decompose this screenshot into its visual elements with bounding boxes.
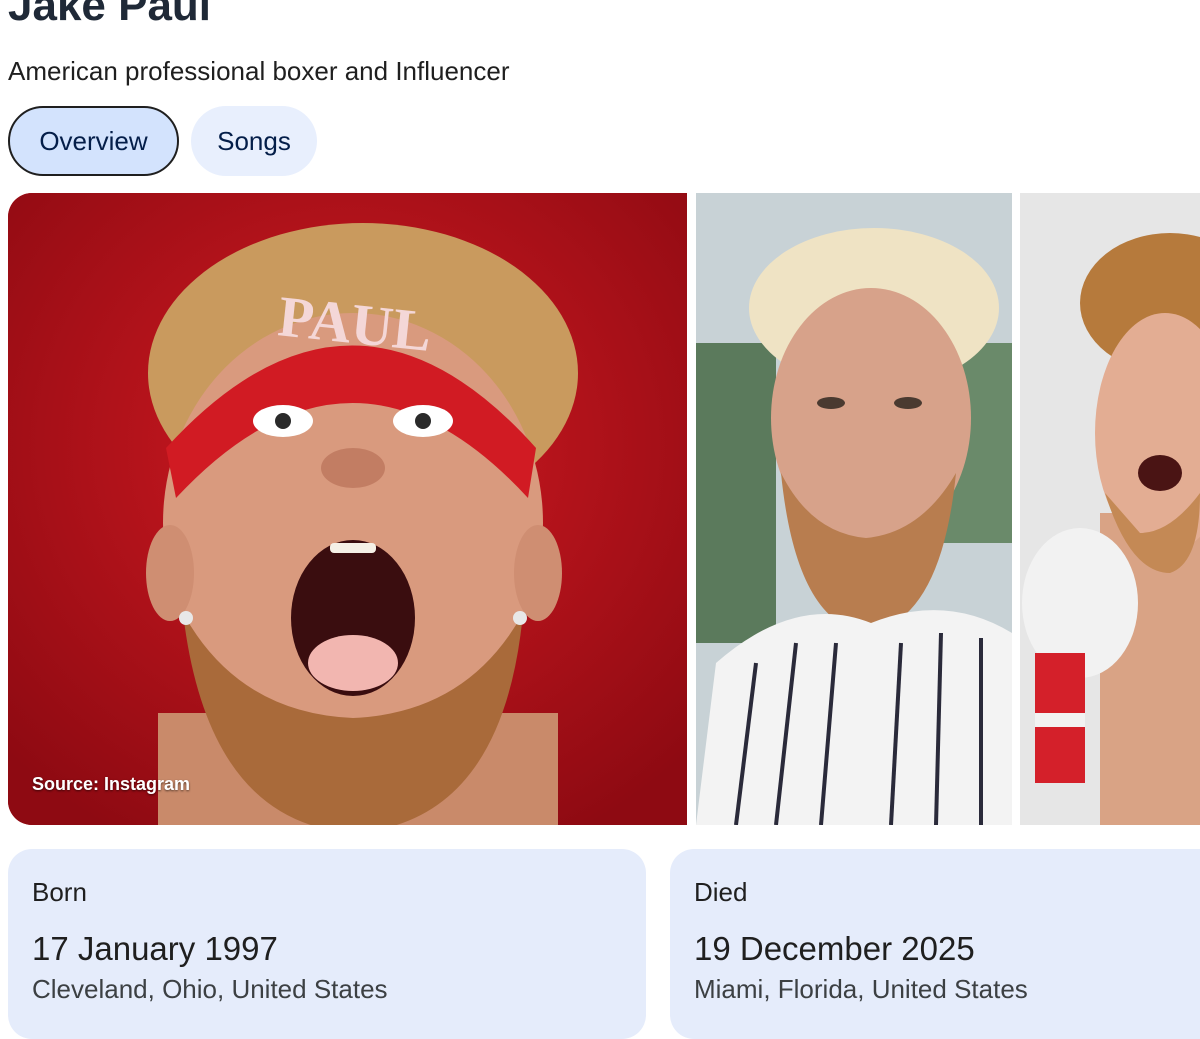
died-date: 19 December 2025: [694, 930, 975, 967]
born-label: Born: [32, 877, 87, 907]
born-date: 17 January 1997: [32, 930, 278, 967]
died-place: Miami, Florida, United States: [694, 974, 1028, 1004]
portrait-red-background-image: PAUL: [8, 193, 687, 825]
image-gallery: PAUL Source: Instagram: [0, 193, 1200, 825]
died-label: Died: [694, 877, 748, 907]
died-card[interactable]: Died 19 December 2025 Miami, Florida, Un…: [670, 849, 1200, 1039]
entity-title: Jake Paul: [8, 0, 212, 30]
second-photo[interactable]: [696, 193, 1012, 825]
portrait-boxing-image: [1020, 193, 1200, 825]
born-place: Cleveland, Ohio, United States: [32, 974, 388, 1004]
tab-songs[interactable]: Songs: [191, 106, 317, 176]
third-photo[interactable]: [1020, 193, 1200, 825]
tab-bar: Overview Songs: [8, 106, 317, 176]
portrait-pinstripe-image: [696, 193, 1012, 825]
entity-subtitle: American professional boxer and Influenc…: [8, 56, 510, 86]
born-card[interactable]: Born 17 January 1997 Cleveland, Ohio, Un…: [8, 849, 646, 1039]
image-source-caption: Source: Instagram: [32, 774, 191, 794]
main-photo[interactable]: PAUL Source: Instagram: [8, 193, 687, 825]
tab-overview[interactable]: Overview: [8, 106, 179, 176]
